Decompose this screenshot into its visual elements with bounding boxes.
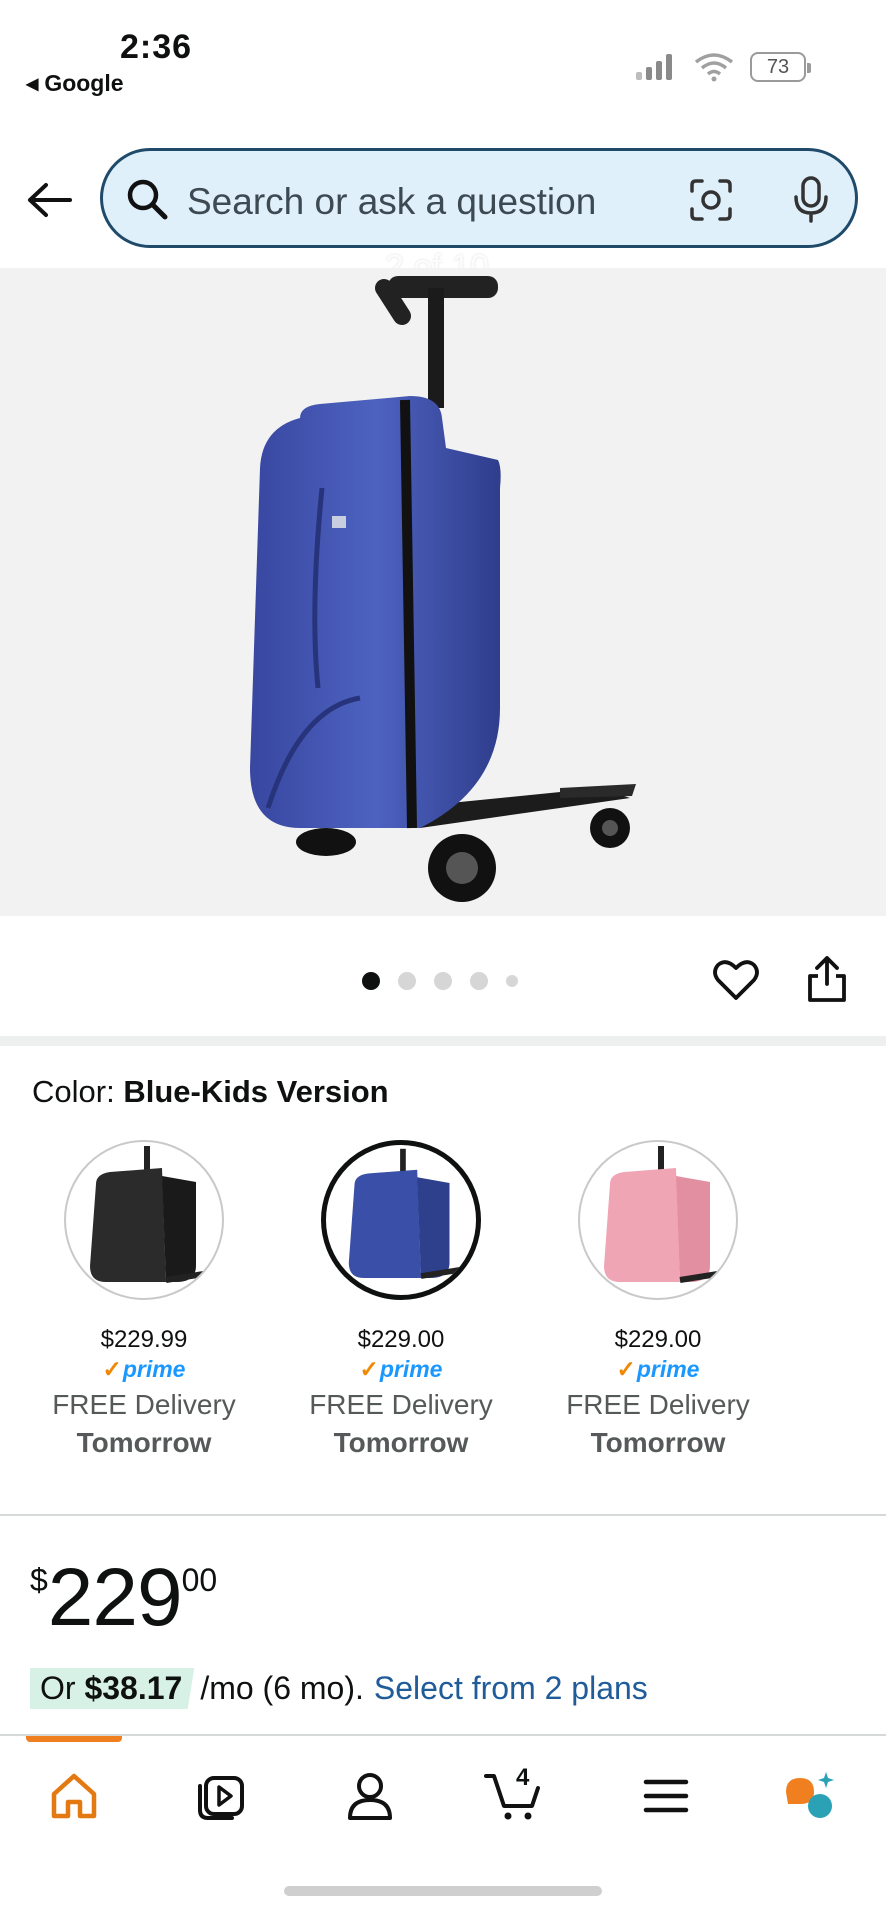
prime-label: prime bbox=[379, 1356, 443, 1382]
color-selection-label: Color: Blue-Kids Version bbox=[32, 1074, 389, 1110]
search-input[interactable]: Search or ask a question bbox=[187, 181, 596, 223]
prime-badge: ✓prime bbox=[102, 1356, 186, 1382]
price-fraction: 00 bbox=[181, 1562, 218, 1598]
microphone-icon[interactable] bbox=[793, 175, 829, 223]
search-bar[interactable]: Search or ask a question bbox=[100, 148, 858, 248]
back-arrow-icon[interactable] bbox=[26, 182, 74, 218]
wifi-icon bbox=[694, 53, 734, 82]
luggage-scooter-image bbox=[250, 276, 636, 902]
image-actions-bar bbox=[0, 916, 886, 1036]
active-tab-indicator bbox=[26, 1736, 122, 1742]
swatch-delivery-day: Tomorrow bbox=[333, 1427, 469, 1458]
swatch-delivery-day: Tomorrow bbox=[76, 1427, 212, 1458]
section-divider bbox=[0, 1514, 886, 1516]
share-icon[interactable] bbox=[806, 954, 848, 1004]
image-pagination-dots[interactable] bbox=[362, 972, 518, 990]
financing-offer: Or $38.17 /mo (6 mo). Select from 2 plan… bbox=[30, 1668, 648, 1709]
prime-label: prime bbox=[122, 1356, 186, 1382]
swatch-thumbnail[interactable] bbox=[578, 1140, 738, 1300]
select-plans-link[interactable]: Select from 2 plans bbox=[374, 1670, 648, 1707]
back-triangle-icon: ◀ bbox=[26, 75, 39, 93]
search-icon bbox=[127, 179, 168, 220]
back-to-google-link[interactable]: ◀ Google bbox=[26, 70, 124, 97]
color-option-pink[interactable]: $229.00 ✓prime FREE Delivery Tomorrow bbox=[548, 1140, 768, 1459]
heart-icon[interactable] bbox=[712, 958, 760, 1002]
swatch-price: $229.00 bbox=[357, 1326, 445, 1353]
prime-badge: ✓prime bbox=[359, 1356, 443, 1382]
account-icon[interactable] bbox=[340, 1768, 400, 1824]
section-divider bbox=[0, 1036, 886, 1046]
monthly-payment-chip: Or $38.17 bbox=[30, 1668, 195, 1709]
color-swatches: $229.99 ✓prime FREE Delivery Tomorrow $2… bbox=[0, 1140, 886, 1470]
cart-count-badge: 4 bbox=[516, 1764, 530, 1791]
swatch-delivery-day: Tomorrow bbox=[590, 1427, 726, 1458]
menu-icon[interactable] bbox=[636, 1768, 696, 1824]
selected-color-name: Blue-Kids Version bbox=[123, 1074, 389, 1109]
prime-badge: ✓prime bbox=[616, 1356, 700, 1382]
swatch-price: $229.99 bbox=[100, 1326, 188, 1353]
swatch-thumbnail-selected[interactable] bbox=[321, 1140, 481, 1300]
status-time: 2:36 bbox=[120, 28, 193, 66]
status-bar: 2:36 ◀ Google 73 bbox=[0, 0, 886, 110]
monthly-amount: $38.17 bbox=[84, 1670, 183, 1706]
color-label-prefix: Color: bbox=[32, 1074, 115, 1109]
rufus-icon[interactable] bbox=[780, 1768, 840, 1824]
pagination-dot[interactable] bbox=[470, 972, 488, 990]
pagination-dot[interactable] bbox=[362, 972, 380, 990]
pagination-dot[interactable] bbox=[398, 972, 416, 990]
product-price: $ 229 00 bbox=[30, 1556, 217, 1640]
product-image[interactable] bbox=[0, 268, 886, 916]
back-app-label: Google bbox=[44, 70, 124, 96]
color-option-blue[interactable]: $229.00 ✓prime FREE Delivery Tomorrow bbox=[291, 1140, 511, 1459]
price-currency: $ bbox=[30, 1562, 48, 1598]
battery-icon: 73 bbox=[750, 52, 811, 82]
financing-prefix: Or bbox=[40, 1670, 76, 1706]
prime-label: prime bbox=[636, 1356, 700, 1382]
swatch-delivery: FREE Delivery bbox=[52, 1389, 236, 1420]
swatch-delivery: FREE Delivery bbox=[566, 1389, 750, 1420]
search-header: Search or ask a question 2 of 10 bbox=[0, 110, 886, 286]
cellular-signal-icon bbox=[636, 54, 672, 80]
pagination-dot[interactable] bbox=[434, 972, 452, 990]
price-whole: 229 bbox=[47, 1552, 183, 1643]
home-indicator[interactable] bbox=[284, 1886, 602, 1896]
swatch-price: $229.00 bbox=[614, 1326, 702, 1353]
swatch-thumbnail[interactable] bbox=[64, 1140, 224, 1300]
home-icon[interactable] bbox=[44, 1768, 104, 1824]
pagination-dot[interactable] bbox=[506, 975, 518, 987]
financing-term: /mo (6 mo). bbox=[200, 1670, 364, 1706]
color-option-black[interactable]: $229.99 ✓prime FREE Delivery Tomorrow bbox=[34, 1140, 254, 1459]
cart-icon[interactable] bbox=[484, 1768, 544, 1824]
camera-search-icon[interactable] bbox=[688, 177, 734, 223]
swatch-delivery: FREE Delivery bbox=[309, 1389, 493, 1420]
video-icon[interactable] bbox=[192, 1768, 252, 1824]
